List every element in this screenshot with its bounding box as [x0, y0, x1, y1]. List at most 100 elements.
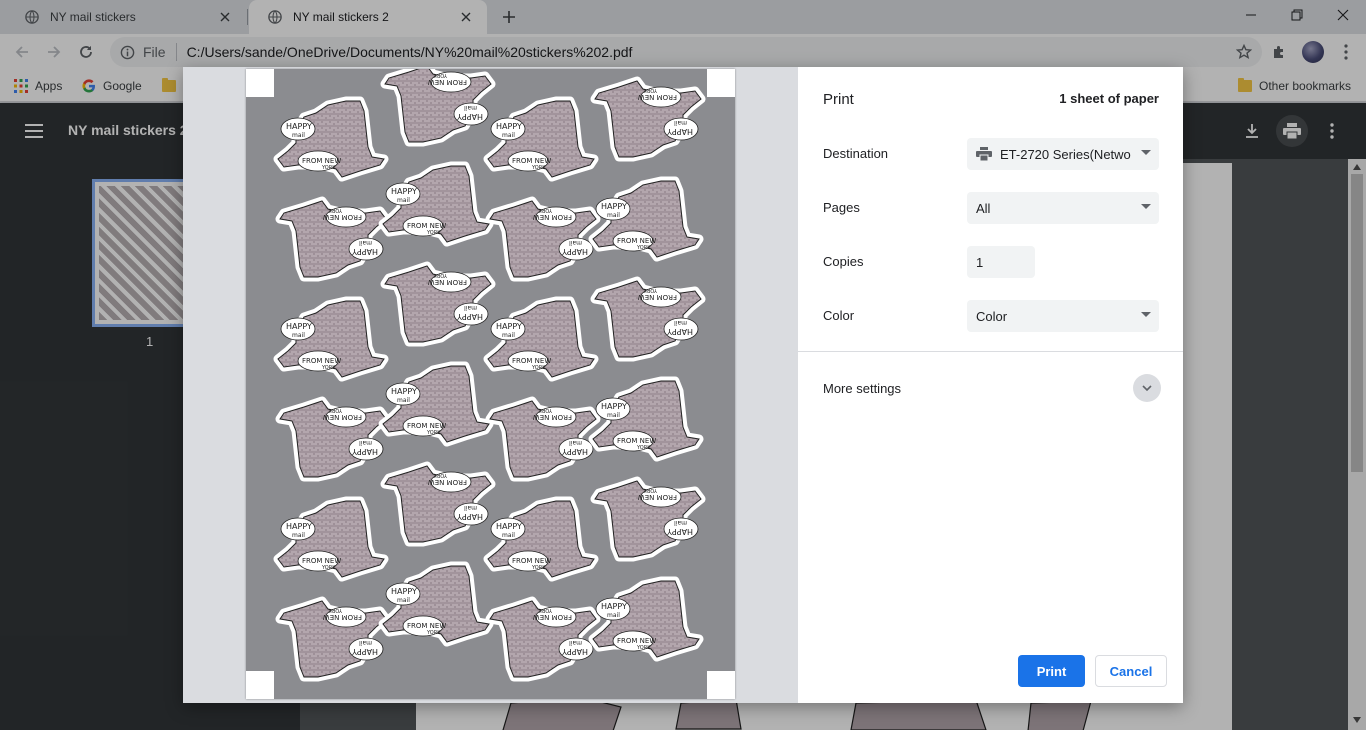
svg-text:FROM NEW: FROM NEW [302, 357, 341, 365]
sticker: HAPPYmail FROM NEWYORK [483, 296, 599, 382]
svg-text:YORK: YORK [531, 165, 546, 171]
print-button[interactable]: Print [1018, 655, 1085, 687]
dropdown-caret-icon [1141, 204, 1151, 209]
svg-text:HAPPY: HAPPY [391, 387, 417, 396]
svg-text:FROM NEW: FROM NEW [428, 278, 467, 286]
svg-text:mail: mail [464, 104, 477, 111]
svg-text:FROM NEW: FROM NEW [617, 437, 656, 445]
svg-text:HAPPY: HAPPY [562, 247, 588, 256]
svg-text:HAPPY: HAPPY [601, 402, 627, 411]
chevron-down-icon [1142, 385, 1152, 391]
sticker: HAPPYmail FROM NEWYORK [590, 476, 706, 562]
svg-text:HAPPY: HAPPY [352, 447, 378, 456]
svg-text:YORK: YORK [321, 165, 336, 171]
svg-text:FROM NEW: FROM NEW [533, 213, 572, 221]
svg-text:FROM NEW: FROM NEW [428, 78, 467, 86]
destination-value: ET-2720 Series(Netwo [1000, 146, 1131, 162]
pages-select[interactable]: All [967, 192, 1159, 224]
svg-text:mail: mail [397, 597, 410, 604]
svg-text:YORK: YORK [538, 607, 553, 613]
dialog-title: Print [823, 91, 854, 108]
svg-text:HAPPY: HAPPY [496, 122, 522, 131]
sticker: HAPPYmail FROM NEWYORK [485, 596, 601, 682]
color-label: Color [823, 308, 855, 323]
svg-text:YORK: YORK [321, 365, 336, 371]
svg-text:HAPPY: HAPPY [667, 127, 693, 136]
copies-input[interactable]: 1 [967, 246, 1035, 278]
sticker: HAPPYmail FROM NEWYORK [273, 96, 389, 182]
destination-select[interactable]: ET-2720 Series(Netwo [967, 138, 1159, 170]
color-value: Color [976, 308, 1008, 324]
svg-text:FROM NEW: FROM NEW [638, 93, 677, 101]
svg-text:HAPPY: HAPPY [496, 522, 522, 531]
color-select[interactable]: Color [967, 300, 1159, 332]
svg-text:mail: mail [359, 639, 372, 646]
svg-text:YORK: YORK [426, 630, 441, 636]
svg-text:HAPPY: HAPPY [601, 202, 627, 211]
sticker: HAPPYmail FROM NEWYORK [380, 461, 496, 547]
svg-text:mail: mail [397, 197, 410, 204]
svg-text:YORK: YORK [538, 207, 553, 213]
svg-text:YORK: YORK [643, 487, 658, 493]
svg-text:HAPPY: HAPPY [562, 447, 588, 456]
svg-text:YORK: YORK [426, 230, 441, 236]
sticker: HAPPYmail FROM NEWYORK [273, 296, 389, 382]
print-preview-area: HAPPY mail FROM NEW YORK HAPPY mail FROM NEW YO… [183, 67, 798, 703]
svg-text:FROM NEW: FROM NEW [407, 622, 446, 630]
sticker: HAPPYmail FROM NEWYORK [485, 396, 601, 482]
sticker: HAPPYmail FROM NEWYORK [378, 561, 494, 647]
svg-text:YORK: YORK [328, 407, 343, 413]
print-dialog: HAPPY mail FROM NEW YORK HAPPY mail FROM NEW YO… [183, 67, 1183, 703]
svg-text:mail: mail [292, 332, 305, 339]
sticker: HAPPYmail FROM NEWYORK [590, 76, 706, 162]
svg-text:mail: mail [674, 319, 687, 326]
sticker: HAPPYmail FROM NEWYORK [273, 496, 389, 582]
svg-text:YORK: YORK [636, 245, 651, 251]
svg-text:YORK: YORK [426, 430, 441, 436]
svg-text:FROM NEW: FROM NEW [302, 557, 341, 565]
svg-text:mail: mail [502, 332, 515, 339]
svg-text:FROM NEW: FROM NEW [323, 413, 362, 421]
svg-text:FROM NEW: FROM NEW [302, 157, 341, 165]
svg-text:HAPPY: HAPPY [667, 527, 693, 536]
margin-corner [707, 69, 735, 97]
dropdown-caret-icon [1141, 312, 1151, 317]
sticker: HAPPYmail FROM NEWYORK [590, 276, 706, 362]
sticker: HAPPYmail FROM NEWYORK [275, 196, 391, 282]
pages-value: All [976, 200, 991, 216]
svg-text:HAPPY: HAPPY [496, 322, 522, 331]
sticker: HAPPYmail FROM NEWYORK [378, 161, 494, 247]
sticker: HAPPYmail FROM NEWYORK [485, 196, 601, 282]
svg-text:mail: mail [464, 304, 477, 311]
copies-label: Copies [823, 254, 864, 269]
svg-text:HAPPY: HAPPY [667, 327, 693, 336]
svg-text:mail: mail [464, 504, 477, 511]
svg-text:FROM NEW: FROM NEW [323, 213, 362, 221]
margin-corner [707, 671, 735, 699]
svg-text:YORK: YORK [433, 272, 448, 278]
svg-text:mail: mail [292, 132, 305, 139]
sticker: HAPPYmail FROM NEWYORK [588, 576, 704, 662]
cancel-button[interactable]: Cancel [1095, 655, 1167, 687]
svg-text:FROM NEW: FROM NEW [617, 237, 656, 245]
sticker: HAPPYmail FROM NEWYORK [380, 261, 496, 347]
svg-text:FROM NEW: FROM NEW [512, 157, 551, 165]
sticker: HAPPYmail FROM NEWYORK [275, 596, 391, 682]
svg-text:mail: mail [359, 239, 372, 246]
sticker: HAPPYmail FROM NEWYORK [483, 496, 599, 582]
svg-text:FROM NEW: FROM NEW [512, 357, 551, 365]
dropdown-caret-icon [1141, 150, 1151, 155]
svg-text:FROM NEW: FROM NEW [617, 637, 656, 645]
svg-text:HAPPY: HAPPY [352, 647, 378, 656]
expand-more-settings-button[interactable] [1133, 374, 1161, 402]
margin-corner [246, 69, 274, 97]
svg-text:YORK: YORK [328, 607, 343, 613]
svg-text:mail: mail [292, 532, 305, 539]
svg-text:mail: mail [607, 412, 620, 419]
more-settings-label[interactable]: More settings [823, 381, 901, 396]
svg-text:mail: mail [359, 439, 372, 446]
svg-text:YORK: YORK [321, 565, 336, 571]
svg-text:YORK: YORK [531, 565, 546, 571]
svg-text:HAPPY: HAPPY [286, 322, 312, 331]
svg-text:FROM NEW: FROM NEW [407, 222, 446, 230]
